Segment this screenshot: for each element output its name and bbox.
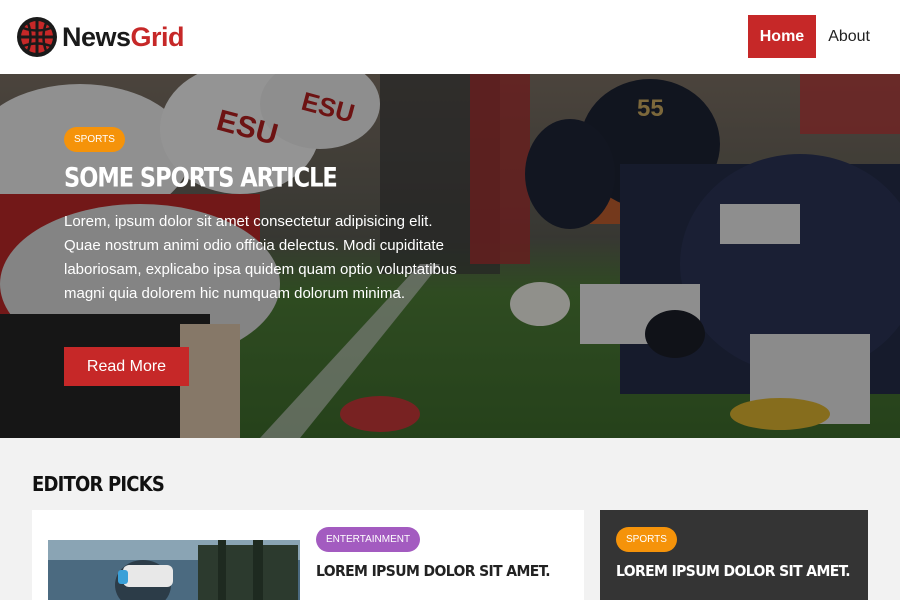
card-category-badge[interactable]: Entertainment [316,527,421,552]
vr-headset-thumbnail[interactable] [48,540,300,600]
hero-excerpt: Lorem, ipsum dolor sit amet consectetur … [64,213,457,302]
nav-about-link[interactable]: About [816,15,882,58]
site-header: NewsGrid Home About [0,0,900,74]
hero-title[interactable]: Some Sports Article [64,162,338,192]
editor-picks-heading: Editor Picks [32,472,165,496]
brand-logo[interactable]: NewsGrid [16,16,185,58]
brand-name: NewsGrid [62,21,185,53]
card-category-badge[interactable]: Sports [616,527,677,552]
hero-banner: ESU ESU 55 Sports Some Sports Article Lo… [0,74,900,438]
read-more-button[interactable]: Read More [64,347,189,386]
card-title[interactable]: Lorem ipsum dolor sit amet. [316,562,551,580]
main-nav: Home About [747,15,882,58]
brand-name-part1: News [62,21,131,52]
editor-pick-card[interactable]: Sports Lorem ipsum dolor sit amet. [600,510,868,600]
brand-name-part2: Grid [130,21,185,52]
editor-pick-card[interactable]: Entertainment Lorem ipsum dolor sit amet… [32,510,584,600]
vr-headset-photo [48,540,300,600]
globe-logo-icon [17,17,57,57]
hero-category-badge[interactable]: Sports [64,127,125,152]
nav-home-link[interactable]: Home [747,15,817,58]
card-title[interactable]: Lorem ipsum dolor sit amet. [616,562,851,580]
